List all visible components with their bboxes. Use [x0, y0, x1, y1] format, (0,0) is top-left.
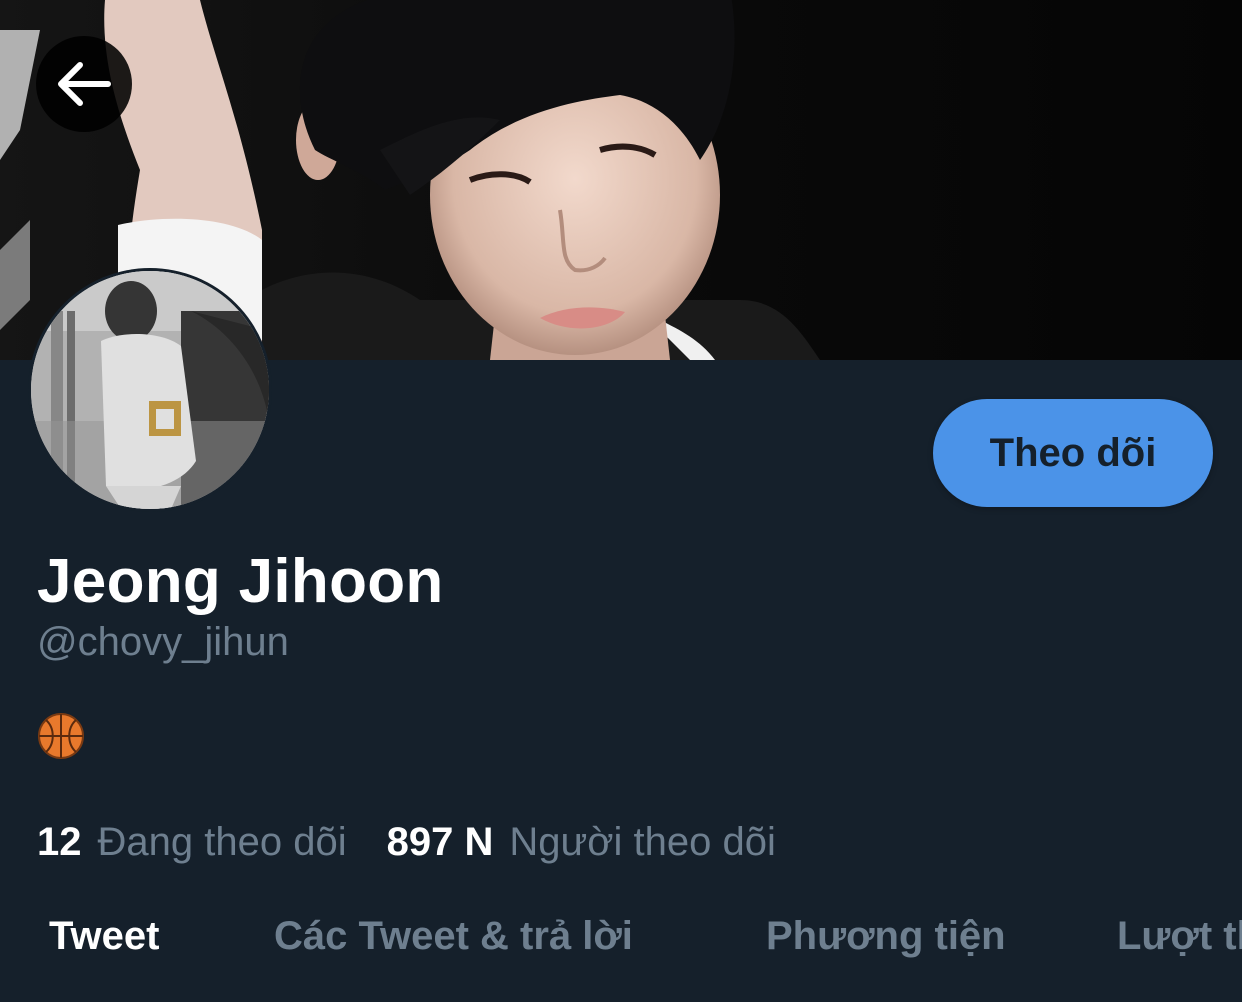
arrow-left-icon — [58, 62, 111, 106]
tab-tweets-replies[interactable]: Các Tweet & trả lời — [274, 914, 633, 959]
profile-tabs: Tweet Các Tweet & trả lời Phương tiện Lư… — [0, 890, 1242, 1002]
tab-tweets[interactable]: Tweet — [49, 914, 159, 959]
following-link[interactable]: 12 Đang theo dõi — [37, 820, 347, 865]
following-label: Đang theo dõi — [97, 820, 347, 864]
profile-screen: Theo dõi Jeong Jihoon @chovy_jihun 12 Đa… — [0, 0, 1242, 1002]
profile-display-name: Jeong Jihoon — [37, 547, 444, 616]
profile-avatar[interactable] — [28, 268, 272, 512]
tab-media[interactable]: Phương tiện — [766, 914, 1006, 959]
following-count: 12 — [37, 820, 82, 864]
followers-count: 897 N — [386, 820, 494, 864]
followers-link[interactable]: 897 N Người theo dõi — [387, 820, 776, 865]
basketball-icon — [38, 713, 84, 759]
back-button[interactable] — [36, 36, 132, 132]
follow-button[interactable]: Theo dõi — [933, 399, 1213, 507]
avatar-photo — [31, 271, 269, 509]
followers-label: Người theo dõi — [509, 820, 776, 864]
tab-likes[interactable]: Lượt thích — [1117, 914, 1242, 959]
profile-stats: 12 Đang theo dõi 897 N Người theo dõi — [37, 820, 776, 865]
profile-bio — [37, 712, 85, 760]
profile-handle: @chovy_jihun — [37, 620, 289, 664]
